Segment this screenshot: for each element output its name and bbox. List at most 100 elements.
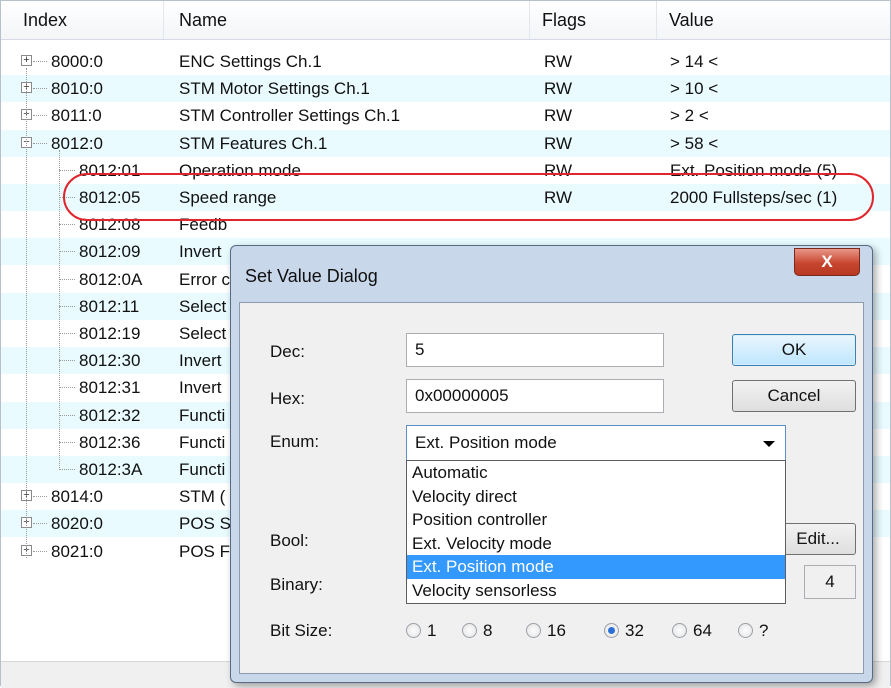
radio-icon[interactable] [604,623,619,638]
radio-label: 32 [625,621,644,640]
cancel-button[interactable]: Cancel [732,380,856,412]
radio-icon[interactable] [672,623,687,638]
tree-connector [59,360,75,362]
close-button[interactable]: X [794,248,860,276]
flags-cell: RW [544,52,573,71]
column-header-name[interactable]: Name [164,1,530,39]
tree-connector [59,441,75,443]
expand-icon[interactable]: + [21,55,32,66]
chevron-down-icon[interactable] [763,441,775,447]
bitsize-label: Bit Size: [270,621,333,640]
index-cell: 8012:3A [79,460,143,479]
table-row[interactable]: +8010:0 STM Motor Settings Ch.1 RW > 10 < [1,75,890,103]
flags-cell: RW [544,106,573,126]
name-cell: Functi [179,432,226,452]
enum-option[interactable]: Ext. Position mode [407,555,785,579]
radio-icon[interactable] [462,623,477,638]
table-row[interactable]: −8012:0 STM Features Ch.1 RW > 58 < [1,129,890,157]
tree-connector [33,88,47,90]
name-cell: Error c [179,269,230,289]
column-header-value[interactable]: Value [657,1,891,39]
name-cell: Invert [179,378,222,398]
highlight-oval [63,173,874,221]
radio-label: 1 [427,621,437,640]
radio-label: 16 [547,621,566,640]
flags-cell: RW [544,79,573,99]
tree-connector [33,550,47,552]
name-cell: STM Features Ch.1 [179,133,328,153]
enum-option[interactable]: Automatic [407,461,785,485]
index-cell: 8012:30 [79,351,141,371]
bitsize-radio-64[interactable]: 64 [672,621,712,641]
name-cell: ENC Settings Ch.1 [179,52,322,71]
radio-icon[interactable] [526,623,541,638]
index-cell: 8010:0 [51,79,103,99]
tree-connector [33,115,47,117]
tree-connector [59,278,75,280]
value-cell: > 14 < [670,52,719,71]
name-cell: POS F [179,541,231,561]
radio-icon[interactable] [738,623,753,638]
enum-dropdown-list: Automatic Velocity direct Position control… [406,460,786,604]
tree-connector [33,142,47,144]
index-cell: 8012:31 [79,378,141,398]
bitsize-radio-8[interactable]: 8 [462,621,492,641]
enum-option[interactable]: Velocity direct [407,485,785,509]
hex-label: Hex: [270,389,305,408]
enum-option[interactable]: Position controller [407,508,785,532]
name-cell: Invert [179,351,222,371]
bitsize-radio-1[interactable]: 1 [406,621,436,641]
index-cell: 8021:0 [51,541,103,561]
index-cell: 8012:09 [79,242,141,262]
bitsize-radio-16[interactable]: 16 [526,621,566,641]
column-header-flags[interactable]: Flags [530,1,657,39]
value-cell: > 10 < [670,79,719,99]
tree-connector [59,251,75,253]
binary-size-field[interactable]: 4 [804,565,856,599]
tree-connector [59,469,75,470]
tree-connector [59,224,75,226]
tree-connector [59,387,75,389]
name-cell: Invert [179,242,222,262]
name-cell: STM Motor Settings Ch.1 [179,79,370,99]
enum-select[interactable]: Ext. Position mode [406,425,786,461]
radio-label: 8 [483,621,493,640]
index-cell: 8012:11 [79,296,140,316]
name-cell: STM Controller Settings Ch.1 [179,106,401,126]
value-cell: > 58 < [670,133,719,153]
tree-guide [59,149,60,470]
tree-connector [59,333,75,334]
edit-button[interactable]: Edit... [780,523,856,555]
index-cell: 8020:0 [51,514,103,534]
column-header-index[interactable]: Index [1,1,164,39]
dec-input[interactable]: 5 [406,333,664,367]
tree-connector [59,414,75,416]
table-row[interactable]: +8000:0 ENC Settings Ch.1 RW > 14 < [1,48,890,75]
enum-option[interactable]: Velocity sensorless [407,579,785,603]
index-cell: 8012:32 [79,405,141,425]
dec-label: Dec: [270,342,305,361]
radio-label: 64 [693,621,712,640]
radio-icon[interactable] [406,623,421,638]
dialog-title: Set Value Dialog [245,266,378,286]
table-header: Index Name Flags Value [1,1,890,40]
index-cell: 8012:19 [79,324,141,343]
flags-cell: RW [544,133,573,153]
dialog-client: Dec: 5 OK Hex: 0x00000005 Cancel Enum: E… [239,302,864,674]
hex-input[interactable]: 0x00000005 [406,379,664,413]
name-cell: STM ( [179,487,226,507]
ok-button[interactable]: OK [732,334,856,366]
bitsize-radio-32[interactable]: 32 [604,621,644,641]
name-cell: Functi [179,460,226,479]
binary-label: Binary: [270,575,323,594]
index-cell: 8000:0 [51,52,103,71]
bitsize-radio-unknown[interactable]: ? [738,621,768,641]
index-cell: 8011:0 [51,106,102,126]
enum-option[interactable]: Ext. Velocity mode [407,532,785,556]
table-row[interactable]: +8011:0 STM Controller Settings Ch.1 RW > 2… [1,102,890,129]
index-cell: 8012:0A [79,269,143,289]
tree-connector [59,169,75,171]
enum-label: Enum: [270,432,320,451]
bool-label: Bool: [270,531,309,550]
tree-connector [33,523,47,525]
